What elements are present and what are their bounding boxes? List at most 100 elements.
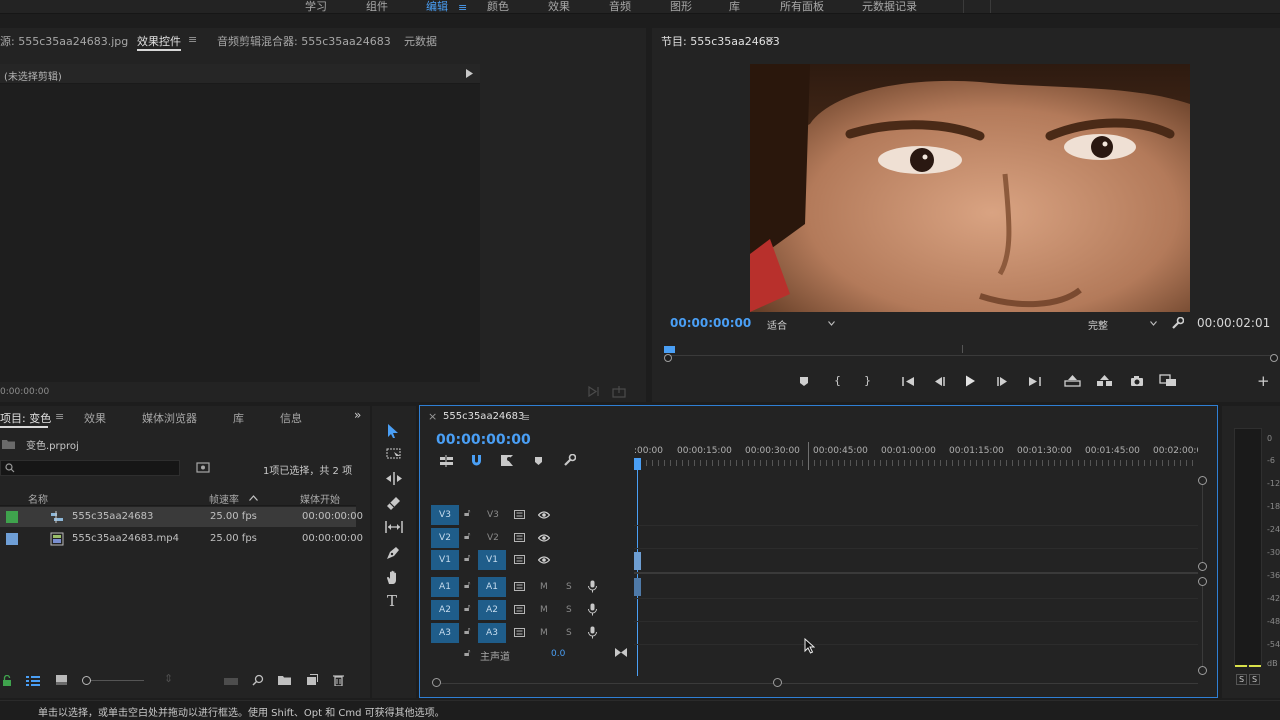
column-media-start[interactable]: 媒体开始 bbox=[300, 491, 340, 506]
zoom-right-handle[interactable] bbox=[773, 678, 782, 687]
slip-tool-icon[interactable] bbox=[385, 521, 403, 533]
comparison-view-icon[interactable] bbox=[1159, 374, 1177, 387]
lock-icon[interactable]: 🔓︎ bbox=[464, 553, 470, 564]
toggle-sync-lock-icon[interactable] bbox=[514, 605, 525, 614]
scrubber-end-handle[interactable] bbox=[1270, 354, 1278, 362]
workspace-audio[interactable]: 音频 bbox=[609, 0, 631, 13]
selection-tool-icon[interactable] bbox=[387, 424, 399, 438]
zoom-left-handle[interactable] bbox=[432, 678, 441, 687]
microphone-icon[interactable] bbox=[588, 603, 597, 616]
mark-in-icon[interactable]: { bbox=[834, 374, 841, 387]
label-color-swatch[interactable] bbox=[6, 511, 18, 523]
new-item-icon[interactable] bbox=[306, 674, 318, 686]
track-target-v1[interactable]: V1 bbox=[478, 550, 506, 570]
playhead-marker[interactable] bbox=[664, 346, 675, 353]
workspace-graphics[interactable]: 图形 bbox=[670, 0, 692, 13]
tab-info[interactable]: 信息 bbox=[280, 410, 302, 426]
icon-view-icon[interactable] bbox=[56, 675, 67, 685]
video-scroll-top-handle[interactable] bbox=[1198, 476, 1207, 485]
automate-to-sequence-icon[interactable] bbox=[224, 676, 238, 686]
tab-libraries[interactable]: 库 bbox=[233, 410, 244, 426]
audio-clip[interactable] bbox=[634, 578, 641, 596]
hand-tool-icon[interactable] bbox=[386, 570, 400, 585]
toggle-sync-lock-icon[interactable] bbox=[514, 628, 525, 637]
ripple-edit-tool-icon[interactable] bbox=[386, 472, 402, 485]
mute-button[interactable]: M bbox=[540, 605, 548, 615]
mute-button[interactable]: M bbox=[540, 582, 548, 592]
step-forward-icon[interactable] bbox=[997, 376, 1009, 387]
solo-button[interactable]: S bbox=[566, 582, 572, 592]
panel-menu-icon[interactable]: ≡ bbox=[55, 410, 64, 423]
master-go-to-icon[interactable] bbox=[615, 648, 627, 657]
toggle-sync-lock-icon[interactable] bbox=[514, 582, 525, 591]
pen-tool-icon[interactable] bbox=[386, 546, 400, 560]
lock-icon[interactable]: 🔓︎ bbox=[464, 603, 470, 614]
nest-toggle-icon[interactable] bbox=[440, 455, 453, 467]
timeline-timecode[interactable]: 00:00:00:00 bbox=[436, 432, 531, 448]
mute-button[interactable]: M bbox=[540, 628, 548, 638]
quality-dropdown[interactable]: 完整 bbox=[1084, 316, 1160, 332]
workspace-menu-icon[interactable]: ≡ bbox=[458, 1, 467, 13]
master-volume-value[interactable]: 0.0 bbox=[551, 649, 565, 659]
lock-icon[interactable]: 🔓︎ bbox=[464, 508, 470, 519]
workspace-libraries[interactable]: 库 bbox=[729, 0, 740, 13]
tab-project[interactable]: 项目: 变色 bbox=[0, 410, 51, 426]
program-timecode-current[interactable]: 00:00:00:00 bbox=[670, 316, 751, 330]
add-marker-icon[interactable] bbox=[799, 376, 809, 387]
track-lanes[interactable] bbox=[634, 502, 1198, 660]
list-view-icon[interactable] bbox=[26, 675, 40, 686]
add-marker-icon[interactable] bbox=[534, 456, 543, 466]
lock-icon[interactable] bbox=[2, 675, 12, 686]
trash-icon[interactable] bbox=[333, 674, 344, 686]
tab-audio-clip-mixer[interactable]: 音频剪辑混合器: 555c35aa24683 bbox=[217, 33, 391, 49]
go-to-in-icon[interactable] bbox=[902, 376, 916, 387]
sequence-tab[interactable]: 555c35aa24683 bbox=[443, 411, 524, 422]
table-row[interactable]: 555c35aa24683.mp4 25.00 fps 00:00:00:00 bbox=[0, 529, 363, 549]
tab-effects[interactable]: 效果 bbox=[84, 410, 106, 426]
solo-left-button[interactable]: S bbox=[1236, 674, 1248, 685]
microphone-icon[interactable] bbox=[588, 626, 597, 639]
table-row[interactable]: 555c35aa24683 25.00 fps 00:00:00:00 bbox=[0, 507, 363, 527]
column-frame-rate[interactable]: 帧速率 bbox=[209, 491, 239, 506]
sort-icons-icon[interactable]: ⇕ bbox=[164, 672, 173, 685]
sort-ascending-icon[interactable] bbox=[249, 495, 258, 501]
track-source-v1[interactable]: V1 bbox=[431, 550, 459, 570]
lock-icon[interactable]: 🔓︎ bbox=[464, 580, 470, 591]
search-input[interactable] bbox=[0, 460, 180, 476]
tab-source[interactable]: 源: 555c35aa24683.jpg bbox=[0, 33, 128, 49]
extract-icon[interactable] bbox=[1096, 375, 1113, 387]
panel-menu-icon[interactable]: ≡ bbox=[765, 33, 774, 46]
track-target-v3[interactable]: V3 bbox=[431, 505, 459, 525]
play-arrow-icon[interactable] bbox=[466, 69, 473, 78]
column-name[interactable]: 名称 bbox=[28, 491, 48, 506]
eye-icon[interactable] bbox=[538, 511, 550, 519]
solo-button[interactable]: S bbox=[566, 605, 572, 615]
snap-magnet-icon[interactable] bbox=[471, 455, 482, 467]
time-ruler[interactable]: :00:00 00:00:15:00 00:00:30:00 00:00:45:… bbox=[634, 442, 1198, 470]
toggle-sync-lock-icon[interactable] bbox=[514, 510, 525, 519]
video-scroll-bottom-handle[interactable] bbox=[1198, 562, 1207, 571]
zoom-slider[interactable] bbox=[82, 676, 144, 686]
new-bin-icon[interactable] bbox=[278, 675, 291, 685]
play-only-audio-icon[interactable] bbox=[588, 386, 602, 397]
tab-effect-controls[interactable]: 效果控件 bbox=[137, 33, 181, 49]
tab-media-browser[interactable]: 媒体浏览器 bbox=[142, 410, 197, 426]
workspace-effects[interactable]: 效果 bbox=[548, 0, 570, 13]
audio-scroll-bottom-handle[interactable] bbox=[1198, 666, 1207, 675]
razor-tool-icon[interactable] bbox=[386, 496, 401, 510]
toggle-sync-lock-icon[interactable] bbox=[514, 533, 525, 542]
panel-menu-icon[interactable]: ≡ bbox=[188, 33, 197, 46]
track-source-a1[interactable]: A1 bbox=[431, 577, 459, 597]
solo-right-button[interactable]: S bbox=[1249, 674, 1261, 685]
track-source-a2[interactable]: A2 bbox=[431, 600, 459, 620]
track-target-a2[interactable]: A2 bbox=[478, 600, 506, 620]
solo-button[interactable]: S bbox=[566, 628, 572, 638]
wrench-settings-icon[interactable] bbox=[1171, 317, 1184, 330]
lock-icon[interactable]: 🔓︎ bbox=[464, 531, 470, 542]
scrubber-start-handle[interactable] bbox=[664, 354, 672, 362]
find-icon[interactable] bbox=[252, 674, 264, 686]
eye-icon[interactable] bbox=[538, 534, 550, 542]
track-target-a3[interactable]: A3 bbox=[478, 623, 506, 643]
video-clip[interactable] bbox=[634, 552, 641, 570]
go-to-out-icon[interactable] bbox=[1027, 376, 1041, 387]
